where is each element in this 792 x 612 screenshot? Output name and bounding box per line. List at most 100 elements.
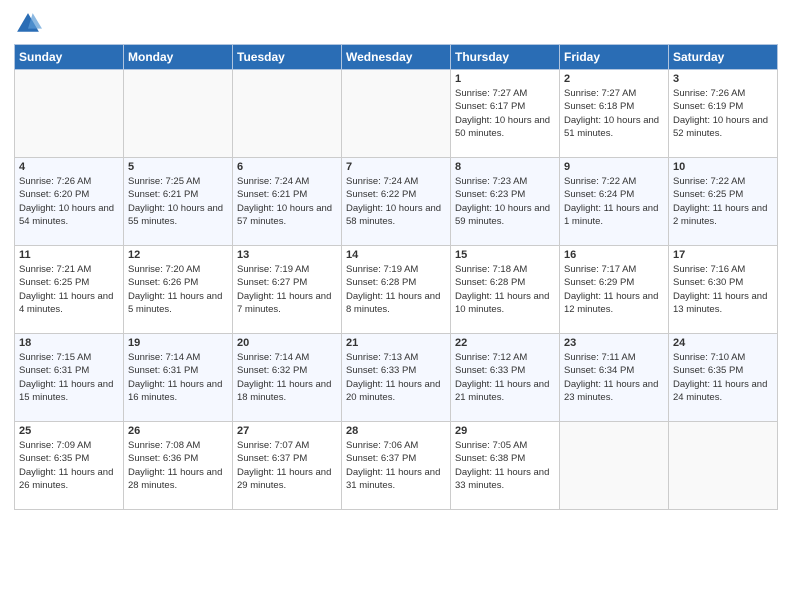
calendar-day-cell: 22 Sunrise: 7:12 AM Sunset: 6:33 PM Dayli… xyxy=(451,334,560,422)
day-number: 5 xyxy=(128,161,228,173)
weekday-header-cell: Tuesday xyxy=(233,45,342,70)
calendar-day-cell: 21 Sunrise: 7:13 AM Sunset: 6:33 PM Dayli… xyxy=(342,334,451,422)
calendar-day-cell: 12 Sunrise: 7:20 AM Sunset: 6:26 PM Dayli… xyxy=(124,246,233,334)
day-info: Sunrise: 7:14 AM Sunset: 6:32 PM Dayligh… xyxy=(237,351,337,404)
day-number: 16 xyxy=(564,249,664,261)
calendar-day-cell: 16 Sunrise: 7:17 AM Sunset: 6:29 PM Dayli… xyxy=(560,246,669,334)
logo xyxy=(14,10,46,38)
day-info: Sunrise: 7:25 AM Sunset: 6:21 PM Dayligh… xyxy=(128,175,228,228)
calendar-day-cell: 19Sunrise: 7:14 AM Sunset: 6:31 PM Dayli… xyxy=(124,334,233,422)
weekday-header-cell: Sunday xyxy=(15,45,124,70)
calendar-day-cell: 11 Sunrise: 7:21 AM Sunset: 6:25 PM Dayli… xyxy=(15,246,124,334)
day-number: 7 xyxy=(346,161,446,173)
calendar-day-cell xyxy=(560,422,669,510)
day-info: Sunrise: 7:20 AM Sunset: 6:26 PM Dayligh… xyxy=(128,263,228,316)
calendar-week-row: 11 Sunrise: 7:21 AM Sunset: 6:25 PM Dayli… xyxy=(15,246,778,334)
weekday-header-row: SundayMondayTuesdayWednesdayThursdayFrid… xyxy=(15,45,778,70)
day-number: 1 xyxy=(455,73,555,85)
day-info: Sunrise: 7:24 AM Sunset: 6:21 PM Dayligh… xyxy=(237,175,337,228)
day-info: Sunrise: 7:10 AM Sunset: 6:35 PM Dayligh… xyxy=(673,351,773,404)
day-info: Sunrise: 7:13 AM Sunset: 6:33 PM Dayligh… xyxy=(346,351,446,404)
day-info: Sunrise: 7:11 AM Sunset: 6:34 PM Dayligh… xyxy=(564,351,664,404)
calendar-body: 1 Sunrise: 7:27 AM Sunset: 6:17 PM Daylig… xyxy=(15,70,778,510)
weekday-header-cell: Saturday xyxy=(669,45,778,70)
calendar-day-cell: 29Sunrise: 7:05 AM Sunset: 6:38 PM Dayli… xyxy=(451,422,560,510)
logo-icon xyxy=(14,10,42,38)
calendar-day-cell: 25 Sunrise: 7:09 AM Sunset: 6:35 PM Dayli… xyxy=(15,422,124,510)
day-number: 23 xyxy=(564,337,664,349)
calendar-day-cell: 18 Sunrise: 7:15 AM Sunset: 6:31 PM Dayli… xyxy=(15,334,124,422)
day-info: Sunrise: 7:24 AM Sunset: 6:22 PM Dayligh… xyxy=(346,175,446,228)
calendar-day-cell: 20Sunrise: 7:14 AM Sunset: 6:32 PM Dayli… xyxy=(233,334,342,422)
calendar-day-cell xyxy=(124,70,233,158)
day-number: 22 xyxy=(455,337,555,349)
day-info: Sunrise: 7:22 AM Sunset: 6:24 PM Dayligh… xyxy=(564,175,664,228)
calendar-day-cell: 14Sunrise: 7:19 AM Sunset: 6:28 PM Dayli… xyxy=(342,246,451,334)
calendar-week-row: 1 Sunrise: 7:27 AM Sunset: 6:17 PM Daylig… xyxy=(15,70,778,158)
day-info: Sunrise: 7:23 AM Sunset: 6:23 PM Dayligh… xyxy=(455,175,555,228)
calendar-day-cell: 5 Sunrise: 7:25 AM Sunset: 6:21 PM Daylig… xyxy=(124,158,233,246)
day-info: Sunrise: 7:17 AM Sunset: 6:29 PM Dayligh… xyxy=(564,263,664,316)
weekday-header-cell: Monday xyxy=(124,45,233,70)
day-info: Sunrise: 7:27 AM Sunset: 6:17 PM Dayligh… xyxy=(455,87,555,140)
calendar-day-cell: 8 Sunrise: 7:23 AM Sunset: 6:23 PM Daylig… xyxy=(451,158,560,246)
calendar-day-cell: 6 Sunrise: 7:24 AM Sunset: 6:21 PM Daylig… xyxy=(233,158,342,246)
day-number: 18 xyxy=(19,337,119,349)
calendar-day-cell: 1 Sunrise: 7:27 AM Sunset: 6:17 PM Daylig… xyxy=(451,70,560,158)
calendar-week-row: 4 Sunrise: 7:26 AM Sunset: 6:20 PM Daylig… xyxy=(15,158,778,246)
day-number: 4 xyxy=(19,161,119,173)
weekday-header-cell: Thursday xyxy=(451,45,560,70)
day-info: Sunrise: 7:12 AM Sunset: 6:33 PM Dayligh… xyxy=(455,351,555,404)
day-number: 27 xyxy=(237,425,337,437)
day-info: Sunrise: 7:26 AM Sunset: 6:19 PM Dayligh… xyxy=(673,87,773,140)
day-number: 12 xyxy=(128,249,228,261)
day-info: Sunrise: 7:06 AM Sunset: 6:37 PM Dayligh… xyxy=(346,439,446,492)
day-number: 8 xyxy=(455,161,555,173)
calendar-day-cell: 4 Sunrise: 7:26 AM Sunset: 6:20 PM Daylig… xyxy=(15,158,124,246)
day-info: Sunrise: 7:15 AM Sunset: 6:31 PM Dayligh… xyxy=(19,351,119,404)
day-number: 2 xyxy=(564,73,664,85)
calendar-week-row: 25 Sunrise: 7:09 AM Sunset: 6:35 PM Dayli… xyxy=(15,422,778,510)
day-info: Sunrise: 7:26 AM Sunset: 6:20 PM Dayligh… xyxy=(19,175,119,228)
day-number: 15 xyxy=(455,249,555,261)
day-number: 21 xyxy=(346,337,446,349)
day-info: Sunrise: 7:19 AM Sunset: 6:28 PM Dayligh… xyxy=(346,263,446,316)
day-number: 13 xyxy=(237,249,337,261)
day-number: 11 xyxy=(19,249,119,261)
day-number: 29 xyxy=(455,425,555,437)
calendar-day-cell: 7 Sunrise: 7:24 AM Sunset: 6:22 PM Daylig… xyxy=(342,158,451,246)
calendar-day-cell: 9 Sunrise: 7:22 AM Sunset: 6:24 PM Daylig… xyxy=(560,158,669,246)
day-number: 6 xyxy=(237,161,337,173)
day-info: Sunrise: 7:07 AM Sunset: 6:37 PM Dayligh… xyxy=(237,439,337,492)
calendar-day-cell xyxy=(15,70,124,158)
day-number: 17 xyxy=(673,249,773,261)
day-info: Sunrise: 7:14 AM Sunset: 6:31 PM Dayligh… xyxy=(128,351,228,404)
day-number: 25 xyxy=(19,425,119,437)
calendar-day-cell: 13 Sunrise: 7:19 AM Sunset: 6:27 PM Dayli… xyxy=(233,246,342,334)
day-number: 26 xyxy=(128,425,228,437)
day-info: Sunrise: 7:27 AM Sunset: 6:18 PM Dayligh… xyxy=(564,87,664,140)
calendar-week-row: 18 Sunrise: 7:15 AM Sunset: 6:31 PM Dayli… xyxy=(15,334,778,422)
header xyxy=(14,10,778,38)
day-number: 3 xyxy=(673,73,773,85)
day-info: Sunrise: 7:16 AM Sunset: 6:30 PM Dayligh… xyxy=(673,263,773,316)
calendar-day-cell: 24 Sunrise: 7:10 AM Sunset: 6:35 PM Dayli… xyxy=(669,334,778,422)
calendar-day-cell: 23 Sunrise: 7:11 AM Sunset: 6:34 PM Dayli… xyxy=(560,334,669,422)
day-number: 10 xyxy=(673,161,773,173)
calendar-day-cell: 28 Sunrise: 7:06 AM Sunset: 6:37 PM Dayli… xyxy=(342,422,451,510)
day-info: Sunrise: 7:21 AM Sunset: 6:25 PM Dayligh… xyxy=(19,263,119,316)
calendar-day-cell: 10Sunrise: 7:22 AM Sunset: 6:25 PM Dayli… xyxy=(669,158,778,246)
calendar: SundayMondayTuesdayWednesdayThursdayFrid… xyxy=(14,44,778,510)
calendar-day-cell xyxy=(233,70,342,158)
day-number: 28 xyxy=(346,425,446,437)
calendar-day-cell: 27 Sunrise: 7:07 AM Sunset: 6:37 PM Dayli… xyxy=(233,422,342,510)
day-number: 24 xyxy=(673,337,773,349)
page: SundayMondayTuesdayWednesdayThursdayFrid… xyxy=(0,0,792,612)
day-number: 9 xyxy=(564,161,664,173)
day-info: Sunrise: 7:19 AM Sunset: 6:27 PM Dayligh… xyxy=(237,263,337,316)
calendar-day-cell xyxy=(342,70,451,158)
weekday-header-cell: Wednesday xyxy=(342,45,451,70)
day-info: Sunrise: 7:18 AM Sunset: 6:28 PM Dayligh… xyxy=(455,263,555,316)
calendar-day-cell: 3 Sunrise: 7:26 AM Sunset: 6:19 PM Daylig… xyxy=(669,70,778,158)
day-info: Sunrise: 7:09 AM Sunset: 6:35 PM Dayligh… xyxy=(19,439,119,492)
